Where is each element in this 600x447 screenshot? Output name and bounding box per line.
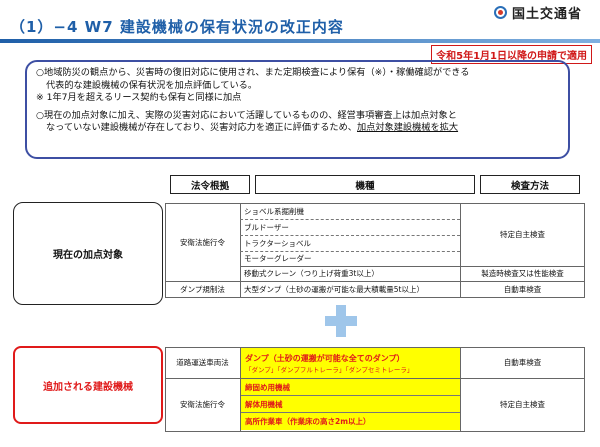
machinery-table: 法令根拠 機種 検査方法 安衛法施行令 ダンプ規制法 ショベル系掘削機 ブルドー… (165, 175, 585, 447)
ministry-brand: 国土交通省 (493, 3, 582, 22)
ministry-name: 国土交通省 (511, 7, 582, 22)
added-inspection-vehicle: 自動車検査 (503, 358, 542, 367)
header-machine: 機種 (255, 175, 475, 194)
rule (165, 431, 585, 432)
added-machine-item: 締固め用機械 (241, 379, 460, 396)
intro-box: ○地域防災の観点から、災害時の復旧対応に使用され、また定期検査により保有（※）・… (25, 60, 570, 159)
added-machine-item: 解体用機械 (241, 396, 460, 413)
intro-paragraph-1b: 代表的な建設機械の保有状況を加点評価している。 (46, 79, 258, 91)
machine-item: 移動式クレーン（つり上げ荷重3t以上） (244, 269, 379, 278)
ministry-logo-icon (493, 6, 507, 19)
intro-note: ※ 1年7月を超えるリース契約も保有と同様に加点 (36, 92, 242, 104)
machine-item: 大型ダンプ（土砂の運搬が可能な最大積載量5t以上） (244, 284, 424, 294)
added-dump-cell: ダンプ（土砂の運搬が可能な全てのダンプ） 「ダンプ」「ダンプフルトレーラ」「ダン… (241, 348, 460, 378)
added-machinery-label: 追加される建設機械 (13, 346, 163, 424)
rule (241, 395, 460, 396)
law-road-vehicle: 道路運送車両法 (176, 358, 229, 367)
machine-item: トラクターショベル (244, 238, 312, 248)
plus-icon (325, 305, 357, 337)
intro-paragraph-2b: なっていない建設機械が存在しており、災害対応力を適正に評価するため、加点対象建設… (36, 122, 559, 135)
law-anei-current: 安衛法施行令 (180, 237, 225, 247)
law-dump: ダンプ規制法 (180, 284, 225, 294)
inspection-crane: 製造時検査又は性能検査 (481, 269, 564, 278)
page-title: （1）−4 W7 建設機械の保有状況の改正内容 (10, 18, 344, 36)
header-law: 法令根拠 (170, 175, 250, 194)
intro-paragraph-2a: ○現在の加点対象に加え、実際の災害対応において活躍しているものの、経営事項審査上… (36, 109, 457, 121)
machine-item: ショベル系掘削機 (244, 206, 304, 216)
inspection-vehicle: 自動車検査 (503, 284, 542, 294)
intro-paragraph-1a: ○地域防災の観点から、災害時の復旧対応に使用され、また定期検査により保有（※）・… (36, 67, 470, 78)
header-inspection: 検査方法 (480, 175, 580, 194)
added-inspection-specific: 特定自主検査 (500, 400, 545, 409)
added-dump-sub: 「ダンプ」「ダンプフルトレーラ」「ダンプセミトレーラ」 (245, 365, 414, 374)
rule (165, 297, 585, 298)
title-rule (0, 39, 600, 43)
machine-item: ブルドーザー (244, 222, 289, 232)
current-target-label: 現在の加点対象 (13, 202, 163, 305)
intro-paragraph-2b-text: なっていない建設機械が存在しており、災害対応力を適正に評価するため、 (46, 122, 357, 134)
intro-emphasis: 加点対象建設機械を拡大 (357, 122, 459, 134)
inspection-specific: 特定自主検査 (500, 230, 545, 239)
law-anei-added: 安衛法施行令 (180, 400, 225, 409)
machine-item: モーターグレーダー (244, 254, 312, 263)
rule (241, 412, 460, 413)
added-dump-main: ダンプ（土砂の運搬が可能な全てのダンプ） (245, 353, 405, 363)
added-machine-item: 高所作業車（作業床の高さ2m以上） (241, 413, 460, 430)
